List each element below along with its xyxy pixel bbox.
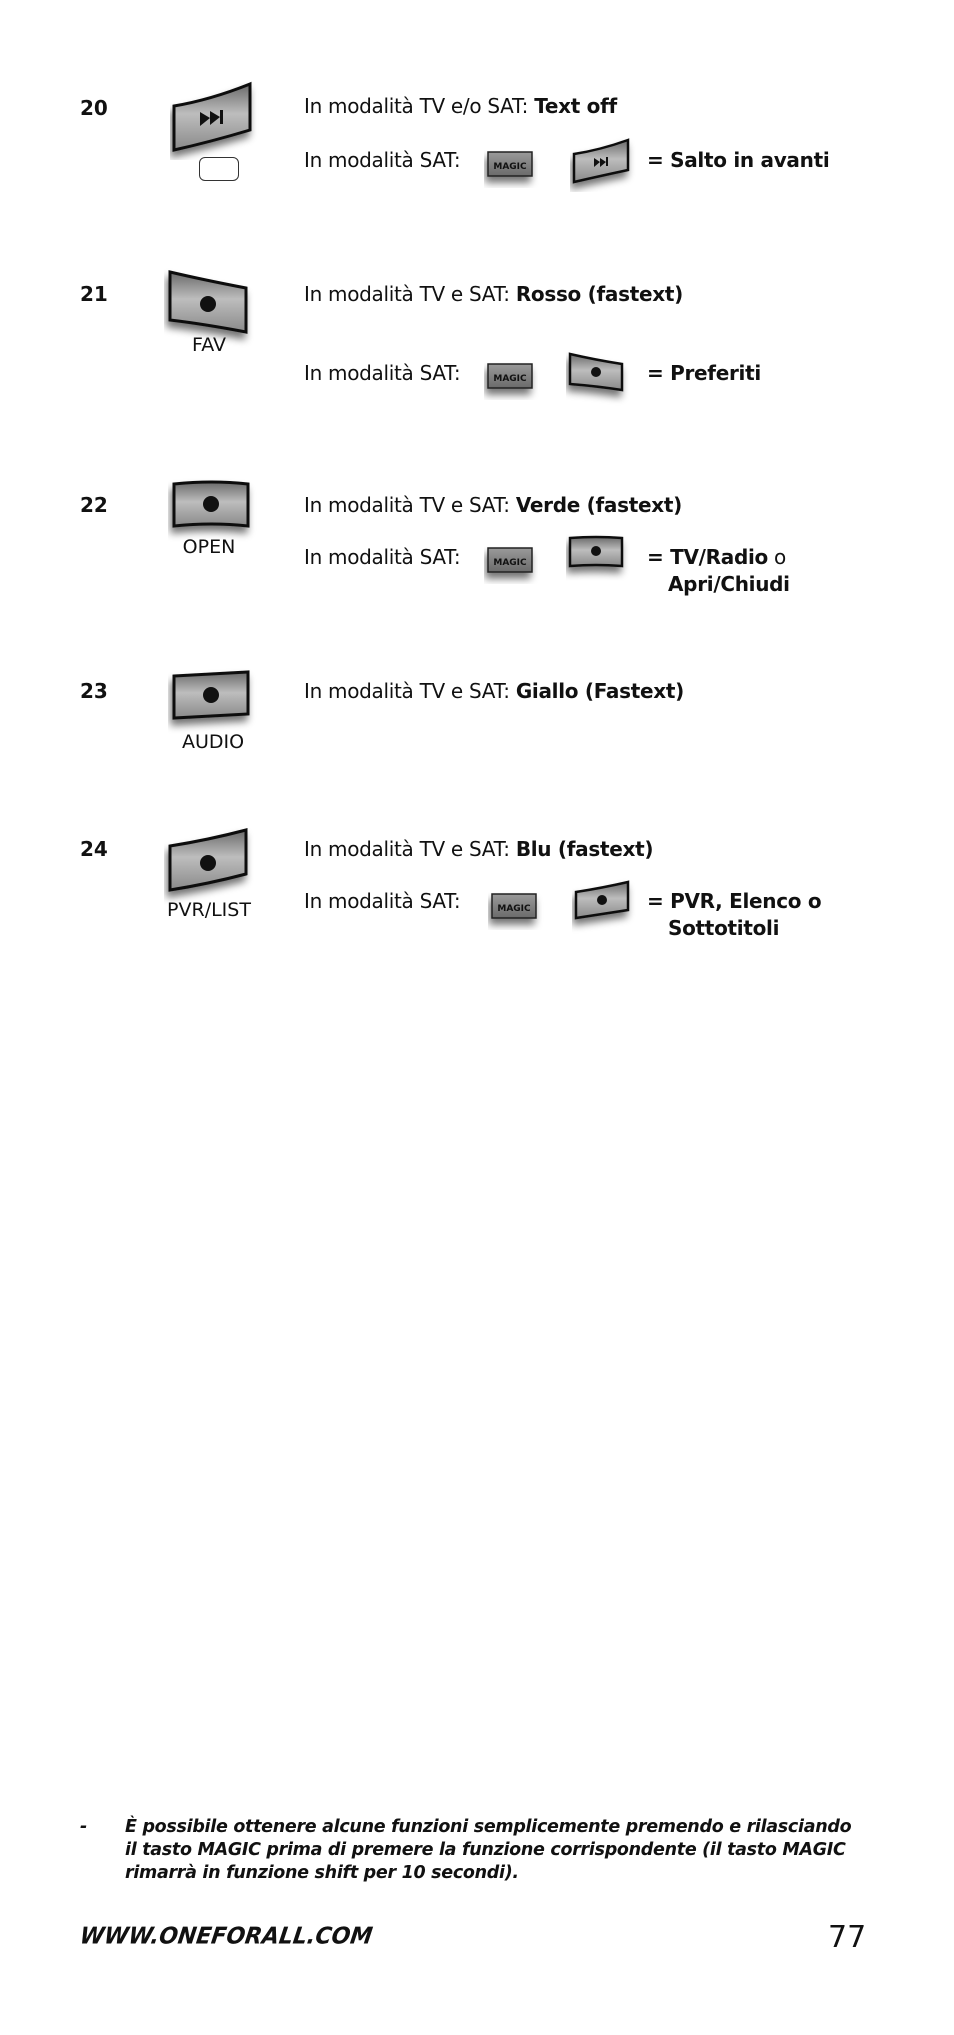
dot-icon bbox=[200, 296, 216, 312]
tv-mode-line: In modalità TV e SAT: Verde (fastext) bbox=[304, 493, 682, 517]
sat-mode-label: In modalità SAT: bbox=[304, 545, 461, 569]
dot-icon bbox=[203, 687, 219, 703]
row-number: 22 bbox=[80, 493, 108, 517]
row-number: 20 bbox=[80, 96, 108, 120]
tv-mode-line: In modalità TV e/o SAT: Text off bbox=[304, 94, 617, 118]
key-label: FAV bbox=[192, 334, 226, 356]
tv-mode-line: In modalità TV e SAT: Rosso (fastext) bbox=[304, 282, 683, 306]
result-text-line2: Apri/Chiudi bbox=[668, 572, 790, 596]
row-number: 21 bbox=[80, 282, 108, 306]
sat-mode-label: In modalità SAT: bbox=[304, 361, 461, 385]
fast-forward-key bbox=[172, 81, 252, 152]
footnote: - È possibile ottenere alcune funzioni s… bbox=[80, 1816, 880, 1885]
magic-key: MAGIC bbox=[487, 363, 533, 389]
pvr-list-key-small bbox=[574, 880, 630, 920]
fast-forward-key-small bbox=[572, 138, 630, 184]
page-number: 77 bbox=[828, 1920, 867, 1955]
key-label: PVR/LIST bbox=[167, 899, 251, 921]
magic-key: MAGIC bbox=[487, 151, 533, 177]
key-label: AUDIO bbox=[181, 731, 245, 753]
sat-mode-label: In modalità SAT: bbox=[304, 889, 461, 913]
magic-label: MAGIC bbox=[493, 558, 527, 568]
tv-mode-line: In modalità TV e SAT: Blu (fastext) bbox=[304, 837, 654, 861]
fav-key-small bbox=[568, 352, 624, 392]
footnote-bullet: - bbox=[80, 1817, 87, 1837]
dot-icon bbox=[591, 546, 601, 556]
blank-key-indicator bbox=[199, 157, 239, 181]
footnote-line: rimarrà in funzione shift per 10 secondi… bbox=[125, 1863, 519, 1883]
dot-icon bbox=[597, 895, 607, 905]
result-text: = Salto in avanti bbox=[647, 148, 830, 172]
audio-key bbox=[172, 670, 250, 720]
open-key-small bbox=[568, 535, 624, 568]
magic-key: MAGIC bbox=[487, 547, 533, 573]
sat-mode-label: In modalità SAT: bbox=[304, 148, 461, 172]
dot-icon bbox=[203, 496, 219, 512]
magic-label: MAGIC bbox=[497, 904, 531, 914]
magic-label: MAGIC bbox=[493, 374, 527, 384]
dot-icon bbox=[591, 367, 601, 377]
website-url: WWW.ONEFORALL.COM bbox=[78, 1923, 375, 1950]
magic-key: MAGIC bbox=[491, 893, 537, 919]
result-text: = TV/Radio o bbox=[647, 545, 786, 569]
row-number: 24 bbox=[80, 837, 108, 861]
key-label: OPEN bbox=[182, 536, 236, 558]
row-number: 23 bbox=[80, 679, 108, 703]
footnote-line: È possibile ottenere alcune funzioni sem… bbox=[125, 1817, 852, 1837]
result-text: = PVR, Elenco o bbox=[647, 889, 822, 913]
tv-mode-line: In modalità TV e SAT: Giallo (Fastext) bbox=[304, 679, 684, 703]
pvr-list-key bbox=[168, 828, 248, 892]
footnote-line: il tasto MAGIC prima di premere la funzi… bbox=[125, 1840, 846, 1860]
dot-icon bbox=[200, 855, 216, 871]
result-text-line2: Sottotitoli bbox=[668, 916, 780, 940]
result-text: = Preferiti bbox=[647, 361, 761, 385]
magic-label: MAGIC bbox=[493, 162, 527, 172]
